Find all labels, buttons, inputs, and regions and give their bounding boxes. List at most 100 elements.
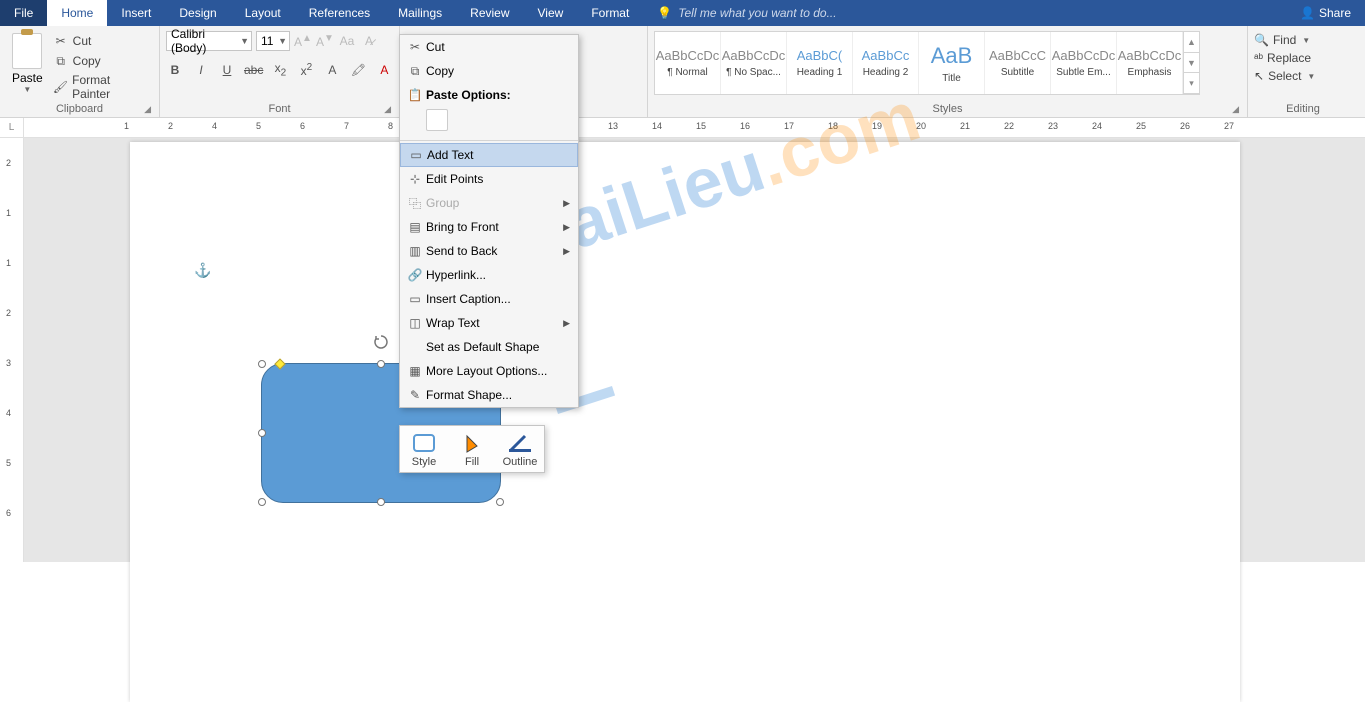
group-clipboard: Paste ▼ ✂Cut ⧉Copy 🖌Format Painter Clipb… bbox=[0, 26, 160, 117]
text-effects-button[interactable]: A bbox=[323, 63, 341, 77]
tab-format[interactable]: Format bbox=[577, 0, 643, 26]
style-preview: AaBbCc bbox=[862, 48, 910, 63]
clipboard-group-label: Clipboard bbox=[56, 103, 103, 115]
tell-me-placeholder: Tell me what you want to do... bbox=[678, 6, 836, 20]
font-name-combo[interactable]: Calibri (Body)▼ bbox=[166, 31, 252, 51]
styles-scroll-up[interactable]: ▲ bbox=[1184, 32, 1199, 53]
tab-references[interactable]: References bbox=[295, 0, 384, 26]
share-button[interactable]: 👤 Share bbox=[1286, 0, 1365, 26]
underline-button[interactable]: U bbox=[218, 63, 236, 77]
styles-group-label: Styles bbox=[933, 103, 963, 115]
styles-more[interactable]: ▾ bbox=[1184, 73, 1199, 94]
select-button[interactable]: ↖Select▼ bbox=[1254, 69, 1315, 83]
shrink-font-button[interactable]: A▼ bbox=[316, 33, 334, 49]
tab-layout[interactable]: Layout bbox=[231, 0, 295, 26]
font-group-label: Font bbox=[268, 103, 290, 115]
mini-fill-button[interactable]: Fill bbox=[452, 430, 492, 468]
copy-button[interactable]: ⧉Copy bbox=[53, 53, 149, 69]
ctx-insert-caption[interactable]: ▭Insert Caption... bbox=[400, 287, 578, 311]
resize-handle-br[interactable] bbox=[496, 498, 504, 506]
highlight-button[interactable]: 🖍 bbox=[349, 63, 367, 77]
ctx-send-to-back[interactable]: ▥Send to Back▶ bbox=[400, 239, 578, 263]
bold-button[interactable]: B bbox=[166, 63, 184, 77]
paste-option-1[interactable] bbox=[426, 109, 448, 131]
subscript-button[interactable]: x2 bbox=[271, 61, 289, 78]
ctx-wrap-text[interactable]: ◫Wrap Text▶ bbox=[400, 311, 578, 335]
italic-button[interactable]: I bbox=[192, 63, 210, 77]
style-name: ¶ No Spac... bbox=[726, 67, 781, 78]
menubar: File Home Insert Design Layout Reference… bbox=[0, 0, 1365, 26]
ctx-set-default-shape[interactable]: Set as Default Shape bbox=[400, 335, 578, 359]
styles-scroll-down[interactable]: ▼ bbox=[1184, 53, 1199, 74]
superscript-button[interactable]: x2 bbox=[297, 62, 315, 78]
rotate-handle[interactable] bbox=[373, 334, 389, 350]
style-preview: AaBbCcDc bbox=[1118, 48, 1182, 63]
change-case-button[interactable]: Aa bbox=[338, 34, 356, 48]
format-painter-button[interactable]: 🖌Format Painter bbox=[53, 73, 149, 101]
ctx-edit-points[interactable]: ⊹Edit Points bbox=[400, 167, 578, 191]
resize-handle-b[interactable] bbox=[377, 498, 385, 506]
style-item-2[interactable]: AaBbC(Heading 1 bbox=[787, 32, 853, 94]
chevron-down-icon: ▼ bbox=[240, 36, 249, 46]
style-item-1[interactable]: AaBbCcDc¶ No Spac... bbox=[721, 32, 787, 94]
send-back-icon: ▥ bbox=[404, 244, 426, 258]
grow-font-button[interactable]: A▲ bbox=[294, 33, 312, 49]
horizontal-ruler[interactable]: L 12456789101112131415161718192021222324… bbox=[0, 118, 1365, 138]
tab-review[interactable]: Review bbox=[456, 0, 523, 26]
resize-handle-tl[interactable] bbox=[258, 360, 266, 368]
copy-icon: ⧉ bbox=[53, 53, 69, 69]
clipboard-launcher[interactable]: ◢ bbox=[144, 104, 151, 115]
style-item-6[interactable]: AaBbCcDcSubtle Em... bbox=[1051, 32, 1117, 94]
ctx-format-shape[interactable]: ✎Format Shape... bbox=[400, 383, 578, 407]
resize-handle-l[interactable] bbox=[258, 429, 266, 437]
tab-file[interactable]: File bbox=[0, 0, 47, 26]
tell-me-search[interactable]: 💡 Tell me what you want to do... bbox=[643, 0, 1286, 26]
submenu-arrow-icon: ▶ bbox=[563, 318, 570, 329]
style-preview: AaBbC( bbox=[797, 48, 843, 63]
style-item-0[interactable]: AaBbCcDc¶ Normal bbox=[655, 32, 721, 94]
vertical-ruler[interactable]: 21123456 bbox=[0, 138, 24, 562]
context-menu: ✂Cut ⧉Copy 📋Paste Options: ▭Add Text ⊹Ed… bbox=[399, 34, 579, 408]
layout-icon: ▦ bbox=[404, 364, 426, 378]
link-icon: 🔗 bbox=[404, 268, 426, 282]
mini-style-button[interactable]: Style bbox=[404, 430, 444, 468]
submenu-arrow-icon: ▶ bbox=[563, 246, 570, 257]
style-preview: AaBbCcC bbox=[989, 48, 1046, 63]
resize-handle-t[interactable] bbox=[377, 360, 385, 368]
submenu-arrow-icon: ▶ bbox=[563, 222, 570, 233]
find-button[interactable]: 🔍Find▼ bbox=[1254, 33, 1315, 47]
replace-icon: ᵃᵇ bbox=[1254, 51, 1263, 65]
ctx-cut[interactable]: ✂Cut bbox=[400, 35, 578, 59]
style-preview: AaB bbox=[931, 43, 973, 69]
styles-launcher[interactable]: ◢ bbox=[1232, 104, 1239, 115]
cut-button[interactable]: ✂Cut bbox=[53, 33, 149, 49]
ribbon: Paste ▼ ✂Cut ⧉Copy 🖌Format Painter Clipb… bbox=[0, 26, 1365, 118]
ctx-more-layout[interactable]: ▦More Layout Options... bbox=[400, 359, 578, 383]
font-launcher[interactable]: ◢ bbox=[384, 104, 391, 115]
ctx-hyperlink[interactable]: 🔗Hyperlink... bbox=[400, 263, 578, 287]
resize-handle-bl[interactable] bbox=[258, 498, 266, 506]
mini-outline-button[interactable]: Outline bbox=[500, 430, 540, 468]
paintbrush-icon: 🖌 bbox=[53, 79, 69, 95]
tab-design[interactable]: Design bbox=[165, 0, 230, 26]
style-item-7[interactable]: AaBbCcDcEmphasis bbox=[1117, 32, 1183, 94]
tab-view[interactable]: View bbox=[524, 0, 578, 26]
strikethrough-button[interactable]: abc bbox=[244, 63, 263, 77]
paste-button[interactable]: Paste ▼ bbox=[6, 29, 49, 94]
style-item-3[interactable]: AaBbCcHeading 2 bbox=[853, 32, 919, 94]
style-preview: AaBbCcDc bbox=[656, 48, 720, 63]
tab-insert[interactable]: Insert bbox=[107, 0, 165, 26]
tab-home[interactable]: Home bbox=[47, 0, 107, 26]
chevron-down-icon: ▼ bbox=[278, 36, 287, 46]
ctx-bring-to-front[interactable]: ▤Bring to Front▶ bbox=[400, 215, 578, 239]
tab-mailings[interactable]: Mailings bbox=[384, 0, 456, 26]
ctx-copy[interactable]: ⧉Copy bbox=[400, 59, 578, 83]
style-item-4[interactable]: AaBTitle bbox=[919, 32, 985, 94]
style-item-5[interactable]: AaBbCcCSubtitle bbox=[985, 32, 1051, 94]
replace-button[interactable]: ᵃᵇReplace bbox=[1254, 51, 1315, 65]
clear-formatting-button[interactable]: A̷ bbox=[360, 34, 378, 48]
font-size-combo[interactable]: 11▼ bbox=[256, 31, 290, 51]
ctx-add-text[interactable]: ▭Add Text bbox=[400, 143, 578, 167]
chevron-down-icon[interactable]: ▼ bbox=[23, 85, 31, 94]
font-color-button[interactable]: A bbox=[375, 63, 393, 77]
